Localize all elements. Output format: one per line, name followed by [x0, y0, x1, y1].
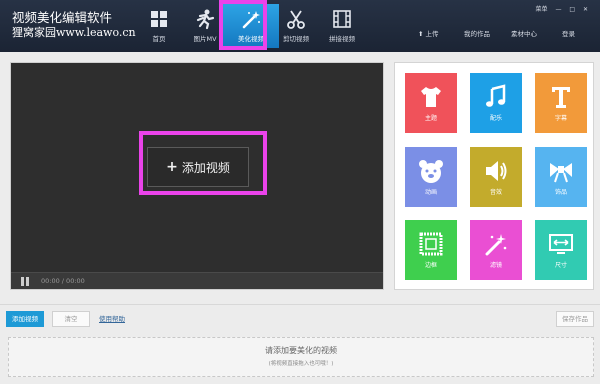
- close-button[interactable]: ✕: [583, 6, 588, 13]
- grid-icon: [151, 11, 167, 27]
- effect-accessory[interactable]: 饰品: [535, 147, 587, 207]
- effect-animation[interactable]: 动画: [405, 147, 457, 207]
- window-controls: 菜单 — □ ✕: [530, 4, 588, 13]
- effect-size[interactable]: 尺寸: [535, 220, 587, 280]
- effect-border[interactable]: 边框: [405, 220, 457, 280]
- effect-filter[interactable]: 滤镜: [470, 220, 522, 280]
- brand-line2: 狸窝家园www.leawo.cn: [12, 26, 136, 39]
- effect-size-label: 尺寸: [554, 262, 567, 269]
- login-link[interactable]: 登录: [562, 28, 575, 38]
- divider: [0, 304, 600, 305]
- frame-icon: [419, 232, 443, 256]
- clear-button[interactable]: 清空: [52, 311, 90, 327]
- video-preview: + 添加视频 00:00 / 00:00: [10, 62, 384, 290]
- upload-label: 上传: [425, 30, 439, 38]
- dropzone-message: 请添加要美化的视频: [265, 346, 337, 355]
- effect-sound-label: 音效: [489, 189, 502, 196]
- tshirt-icon: [421, 87, 441, 107]
- effect-border-label: 边框: [424, 262, 437, 269]
- effect-sound[interactable]: 音效: [470, 147, 522, 207]
- music-note-icon: [486, 84, 506, 107]
- speaker-icon: [486, 161, 507, 181]
- wand-sparkle-icon: [485, 234, 507, 256]
- scissors-icon: [287, 10, 305, 29]
- player-controls: 00:00 / 00:00: [11, 272, 383, 289]
- upload-arrow-icon: ⬆: [418, 30, 424, 38]
- brand-line1: 视频美化编辑软件: [12, 10, 113, 25]
- playback-time: 00:00 / 00:00: [41, 277, 85, 285]
- add-video-highlight-frame: [139, 131, 267, 195]
- effect-music-label: 配乐: [489, 115, 502, 122]
- material-center-link[interactable]: 素材中心: [511, 28, 537, 38]
- dropzone-hint: (将视频直接拖入也可哦！): [268, 361, 334, 367]
- resize-icon: [549, 234, 573, 254]
- upload-button[interactable]: ⬆ 上传: [418, 28, 439, 38]
- nav-home-label: 首页: [152, 35, 166, 43]
- add-video-button[interactable]: 添加视频: [6, 311, 44, 327]
- pause-icon[interactable]: [21, 277, 29, 286]
- effect-theme-label: 主题: [424, 115, 437, 122]
- nav-merge-video-label: 拼接视频: [329, 35, 355, 43]
- menu-button[interactable]: 菜单: [536, 6, 548, 13]
- save-works-button[interactable]: 保存作品: [556, 311, 594, 327]
- effects-panel: 主题 配乐 字幕 动画 音效 饰品 边框 滤镜 尺寸: [394, 62, 594, 290]
- film-strip-icon: [333, 10, 351, 28]
- running-man-icon: [196, 9, 215, 30]
- nav-merge-video[interactable]: 拼接视频: [314, 4, 370, 48]
- bow-tie-icon: [550, 163, 572, 183]
- header-bar: 视频美化编辑软件 狸窝家园www.leawo.cn 首页 图片MV 美化视频 剪…: [0, 0, 600, 52]
- letter-t-icon: [552, 87, 570, 108]
- maximize-button[interactable]: □: [569, 6, 575, 13]
- effect-accessory-label: 饰品: [554, 189, 567, 196]
- help-link[interactable]: 使用帮助: [96, 311, 128, 327]
- effect-subtitle[interactable]: 字幕: [535, 73, 587, 133]
- my-works-link[interactable]: 我的作品: [464, 28, 490, 38]
- effect-theme[interactable]: 主题: [405, 73, 457, 133]
- effect-filter-label: 滤镜: [489, 262, 502, 269]
- video-dropzone[interactable]: 请添加要美化的视频 (将视频直接拖入也可哦！): [8, 337, 594, 377]
- nav-photo-mv-label: 图片MV: [193, 35, 217, 43]
- bear-face-icon: [419, 160, 443, 183]
- effect-animation-label: 动画: [424, 189, 437, 196]
- minimize-button[interactable]: —: [555, 6, 561, 13]
- brand-title: 视频美化编辑软件 狸窝家园www.leawo.cn: [12, 10, 136, 40]
- nav-cut-video-label: 剪切视频: [283, 35, 309, 43]
- effect-subtitle-label: 字幕: [554, 115, 567, 122]
- nav-highlight-frame: [219, 0, 267, 50]
- effect-music[interactable]: 配乐: [470, 73, 522, 133]
